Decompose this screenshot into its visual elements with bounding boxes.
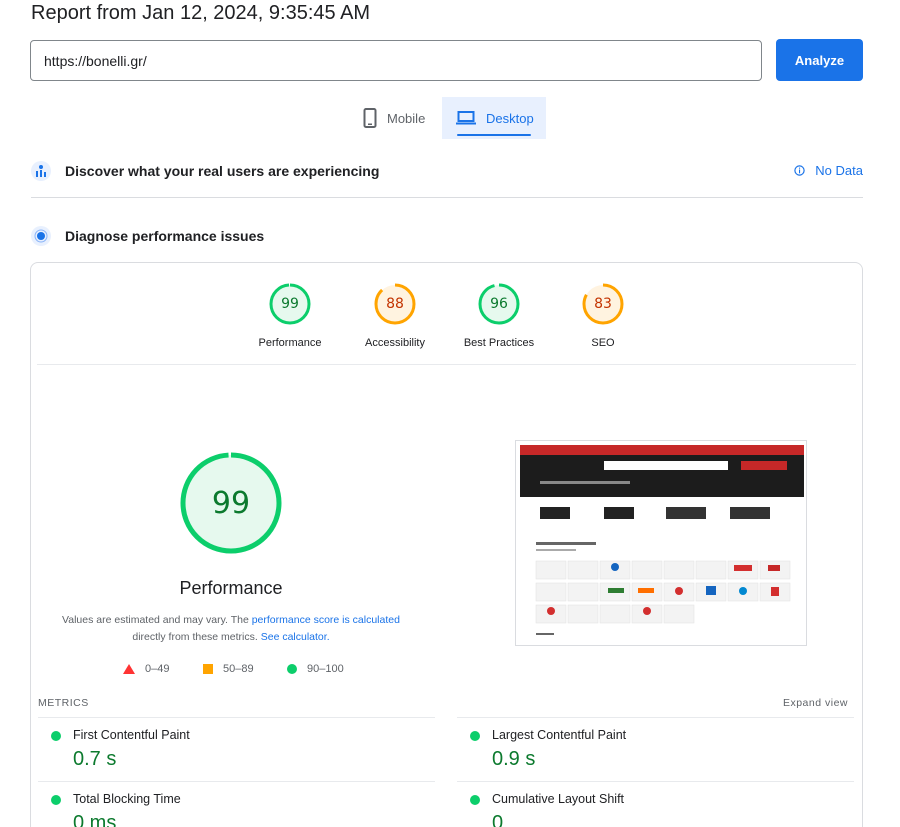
see-calculator-link[interactable]: See calculator. xyxy=(261,631,330,643)
gauge-score: 96 xyxy=(490,296,508,312)
metric-largest-contentful-paint: Largest Contentful Paint 0.9 s xyxy=(457,717,854,780)
gauge-seo[interactable]: 83 SEO xyxy=(551,283,655,349)
performance-big-gauge: 99 xyxy=(179,451,283,555)
tab-mobile[interactable]: Mobile xyxy=(355,97,440,139)
disclaimer-text: directly from these metrics. xyxy=(132,631,261,643)
metric-name: Total Blocking Time xyxy=(73,792,181,806)
field-data-title: Discover what your real users are experi… xyxy=(65,163,380,179)
gauge-performance[interactable]: 99 Performance xyxy=(238,283,342,349)
metric-total-blocking-time: Total Blocking Time 0 ms xyxy=(38,781,435,827)
metric-value: 0 ms xyxy=(73,812,117,827)
url-input[interactable] xyxy=(30,40,762,81)
metric-name: Cumulative Layout Shift xyxy=(492,792,625,806)
tab-mobile-label: Mobile xyxy=(387,110,426,126)
score-ring: 96 xyxy=(478,283,520,325)
divider xyxy=(31,197,863,198)
square-icon xyxy=(203,664,213,674)
no-data-label: No Data xyxy=(815,163,863,178)
no-data-status[interactable]: No Data xyxy=(794,163,863,178)
expand-view-button[interactable]: Expand view xyxy=(783,697,848,709)
legend-average: 50–89 xyxy=(203,663,254,675)
metric-name: Largest Contentful Paint xyxy=(492,728,627,742)
info-icon xyxy=(794,165,805,176)
metric-first-contentful-paint: First Contentful Paint 0.7 s xyxy=(38,717,435,780)
divider xyxy=(37,364,856,365)
pass-circle-icon xyxy=(470,731,480,741)
metric-cumulative-layout-shift: Cumulative Layout Shift 0 xyxy=(457,781,854,827)
triangle-icon xyxy=(123,664,135,674)
gauge-label: Performance xyxy=(258,337,322,349)
circle-icon xyxy=(287,664,297,674)
gauge-label: Accessibility xyxy=(365,337,425,349)
gauge-score: 88 xyxy=(386,296,404,312)
metric-value: 0.9 s xyxy=(492,748,536,770)
gauge-label: SEO xyxy=(591,337,615,349)
score-calculated-link[interactable]: performance score is calculated xyxy=(252,614,400,626)
analyze-button[interactable]: Analyze xyxy=(776,39,863,81)
legend-fail: 0–49 xyxy=(123,663,169,675)
pass-circle-icon xyxy=(51,795,61,805)
phone-icon xyxy=(363,108,377,128)
gauge-accessibility[interactable]: 88 Accessibility xyxy=(343,283,447,349)
performance-disclaimer: Values are estimated and may vary. The p… xyxy=(56,612,406,646)
legend-range: 0–49 xyxy=(145,663,170,675)
pass-circle-icon xyxy=(51,731,61,741)
pass-circle-icon xyxy=(470,795,480,805)
users-chart-icon xyxy=(31,161,51,181)
page-screenshot-thumbnail xyxy=(515,440,807,646)
legend-range: 90–100 xyxy=(307,663,344,675)
score-ring: 88 xyxy=(374,283,416,325)
score-ring: 99 xyxy=(269,283,311,325)
metrics-label: METRICS xyxy=(38,697,89,709)
lab-data-title: Diagnose performance issues xyxy=(65,228,265,244)
field-data-section: Discover what your real users are experi… xyxy=(31,161,379,181)
gauge-score: 99 xyxy=(281,296,299,312)
performance-title: Performance xyxy=(179,578,283,598)
gauge-best-practices[interactable]: 96 Best Practices xyxy=(447,283,551,349)
legend-pass: 90–100 xyxy=(287,663,344,675)
tab-desktop-label: Desktop xyxy=(486,110,534,126)
laptop-icon xyxy=(456,110,476,126)
metric-name: First Contentful Paint xyxy=(73,728,190,742)
diagnose-icon xyxy=(31,226,51,246)
metric-value: 0.7 s xyxy=(73,748,117,770)
lab-data-section: Diagnose performance issues xyxy=(31,226,264,246)
gauge-label: Best Practices xyxy=(463,337,535,349)
report-title: Report from Jan 12, 2024, 9:35:45 AM xyxy=(31,2,371,24)
metric-value: 0 xyxy=(492,812,504,827)
performance-big-score: 99 xyxy=(211,485,251,521)
disclaimer-text: Values are estimated and may vary. The xyxy=(62,614,252,626)
gauge-score: 83 xyxy=(594,296,612,312)
tab-desktop[interactable]: Desktop xyxy=(442,97,546,139)
score-ring: 83 xyxy=(582,283,624,325)
legend-range: 50–89 xyxy=(223,663,254,675)
